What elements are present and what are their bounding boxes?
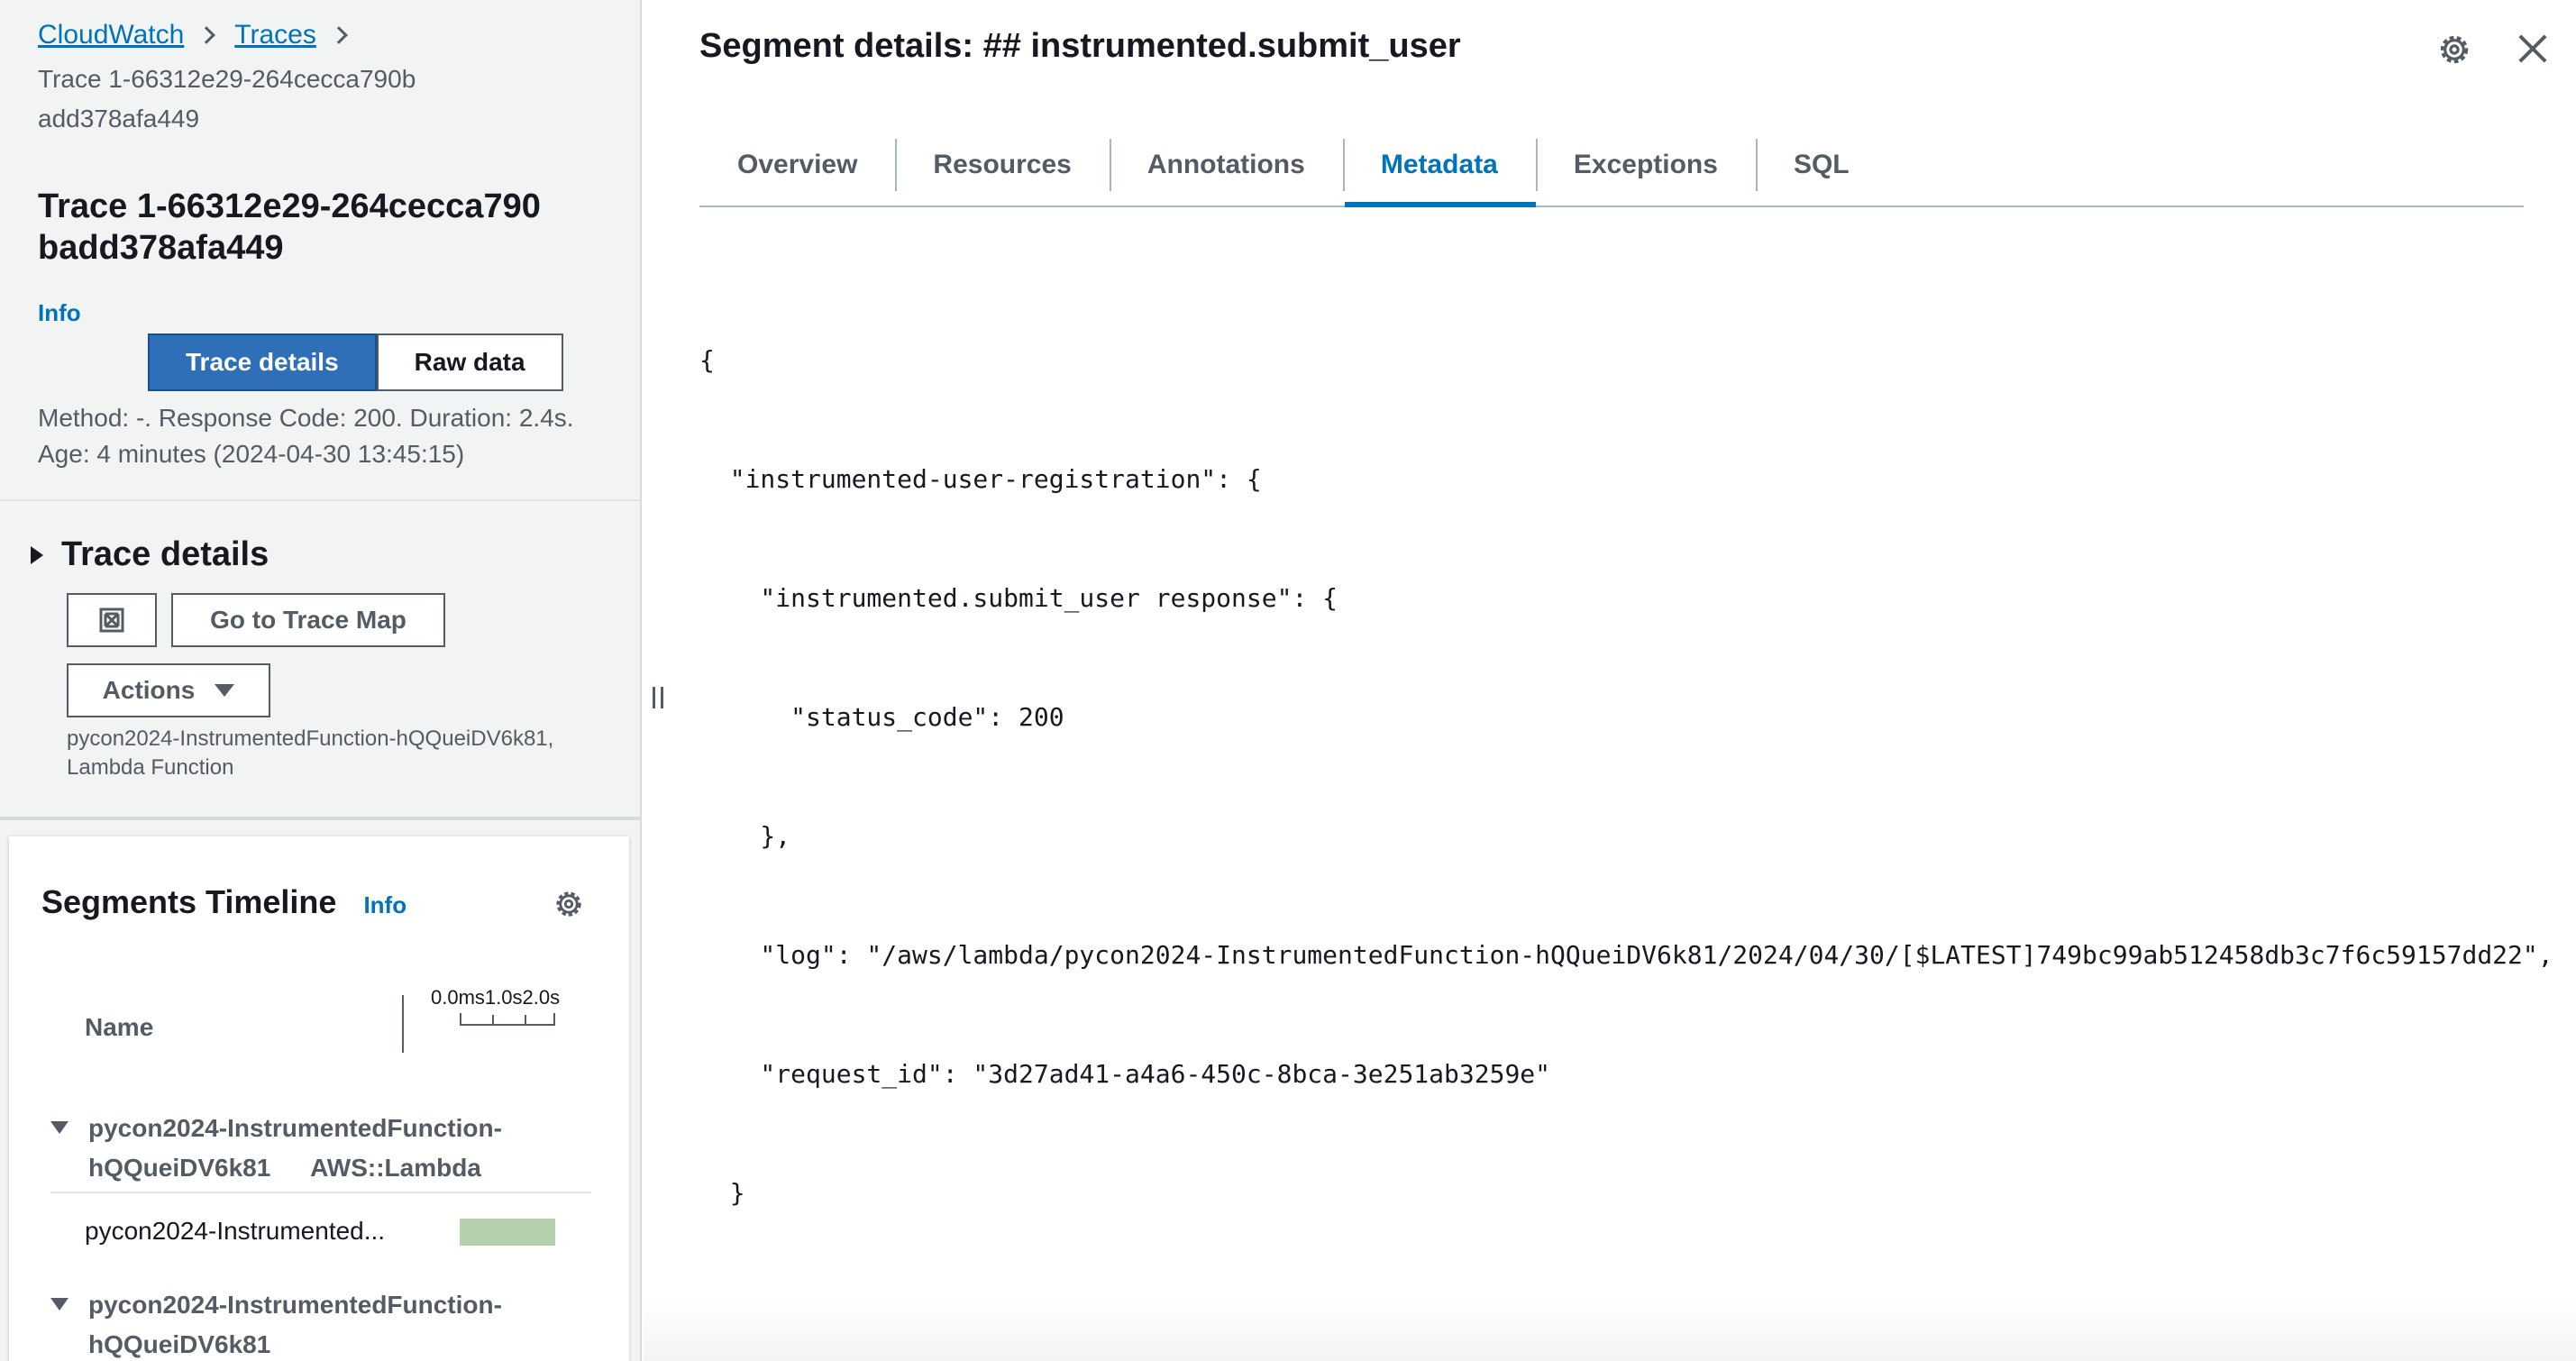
- segment-row-name[interactable]: pycon2024-Instrumented...: [85, 1217, 409, 1246]
- tab-exceptions[interactable]: Exceptions: [1535, 137, 1756, 193]
- page-title: Trace 1-66312e29-264cecca790badd378afa44…: [38, 187, 541, 267]
- trace-details-heading: Trace details: [61, 535, 269, 573]
- divider: [0, 499, 640, 501]
- metadata-json: { "instrumented-user-registration": { "i…: [699, 261, 2553, 1361]
- time-scale-axis: [460, 1013, 555, 1026]
- info-link[interactable]: Info: [38, 299, 81, 327]
- segment-group-label: pycon2024-InstrumentedFunction-hQQueiDV6…: [88, 1285, 575, 1361]
- divider: [50, 1192, 591, 1193]
- breadcrumb-cloudwatch[interactable]: CloudWatch: [38, 20, 184, 50]
- tab-metadata[interactable]: Metadata: [1342, 137, 1536, 207]
- close-icon[interactable]: [2515, 31, 2551, 67]
- json-line: },: [699, 821, 791, 851]
- breadcrumb-current: Trace 1-66312e29-264cecca790badd378afa44…: [38, 65, 416, 132]
- segment-duration-bar[interactable]: [460, 1219, 555, 1246]
- gear-icon[interactable]: [2437, 32, 2471, 67]
- json-line: }: [699, 1178, 745, 1208]
- breadcrumb-traces[interactable]: Traces: [234, 20, 316, 50]
- segment-details-panel: Segment details: ## instrumented.submit_…: [644, 0, 2576, 1361]
- timeline-title: Segments Timeline Info: [41, 883, 406, 921]
- chevron-right-icon: [197, 26, 216, 44]
- time-scale-labels: 0.0ms1.0s2.0s: [431, 986, 561, 1009]
- breadcrumb: CloudWatch Traces: [38, 20, 351, 50]
- segment-group-type: AWS::Lambda: [310, 1154, 481, 1182]
- gear-icon[interactable]: [553, 889, 584, 919]
- json-line: "request_id": "3d27ad41-a4a6-450c-8bca-3…: [699, 1059, 1551, 1089]
- summary-age: Age: 4 minutes (2024-04-30 13:45:15): [38, 440, 465, 468]
- view-toggle: Trace details Raw data: [148, 333, 563, 391]
- trace-details-expander[interactable]: Trace details: [31, 535, 269, 574]
- json-line: {: [699, 345, 715, 375]
- tab-annotations[interactable]: Annotations: [1109, 137, 1343, 193]
- segment-title: Segment details: ## instrumented.submit_…: [699, 27, 1461, 65]
- segment-group[interactable]: pycon2024-InstrumentedFunction-hQQueiDV6…: [50, 1285, 575, 1361]
- function-meta: pycon2024-InstrumentedFunction-hQQueiDV6…: [67, 726, 554, 780]
- expand-button[interactable]: [67, 593, 157, 647]
- caret-right-icon: [31, 545, 43, 564]
- expand-icon: [99, 607, 124, 633]
- timeline-info-link[interactable]: Info: [363, 891, 406, 919]
- trace-sidebar: CloudWatch Traces Trace 1-66312e29-264ce…: [0, 0, 642, 1361]
- name-column-header: Name: [85, 1013, 154, 1041]
- raw-data-toggle[interactable]: Raw data: [376, 333, 563, 391]
- caret-down-icon: [50, 1298, 69, 1311]
- go-to-trace-map-button[interactable]: Go to Trace Map: [171, 593, 445, 647]
- divider: [0, 817, 640, 820]
- tab-overview[interactable]: Overview: [699, 137, 895, 193]
- chevron-right-icon: [329, 26, 348, 44]
- json-line: "instrumented.submit_user response": {: [699, 583, 1338, 613]
- tab-resources[interactable]: Resources: [895, 137, 1109, 193]
- segments-timeline: Segments Timeline Info Name 0.0ms1.0s2.0…: [9, 836, 629, 1361]
- json-line: "instrumented-user-registration": {: [699, 464, 1262, 494]
- actions-button[interactable]: Actions: [67, 663, 270, 717]
- trace-details-toggle[interactable]: Trace details: [148, 333, 377, 391]
- timeline-heading: Segments Timeline: [41, 883, 337, 920]
- json-line: "status_code": 200: [699, 702, 1064, 732]
- footer-shadow: [644, 1298, 2576, 1361]
- segment-group-label: pycon2024-InstrumentedFunction-hQQueiDV6…: [88, 1109, 575, 1188]
- column-divider[interactable]: [402, 995, 404, 1053]
- summary-line: Method: -. Response Code: 200. Duration:…: [38, 404, 574, 432]
- segment-group-name: pycon2024-InstrumentedFunction-hQQueiDV6…: [88, 1291, 502, 1358]
- trace-summary: Method: -. Response Code: 200. Duration:…: [38, 400, 597, 472]
- actions-label: Actions: [102, 676, 196, 704]
- tab-sql[interactable]: SQL: [1755, 137, 1887, 193]
- caret-down-icon: [215, 684, 235, 697]
- segment-tabs: Overview Resources Annotations Metadata …: [699, 124, 2524, 207]
- segment-group[interactable]: pycon2024-InstrumentedFunction-hQQueiDV6…: [50, 1109, 575, 1188]
- caret-down-icon: [50, 1121, 69, 1134]
- json-line: "log": "/aws/lambda/pycon2024-Instrument…: [699, 940, 2553, 970]
